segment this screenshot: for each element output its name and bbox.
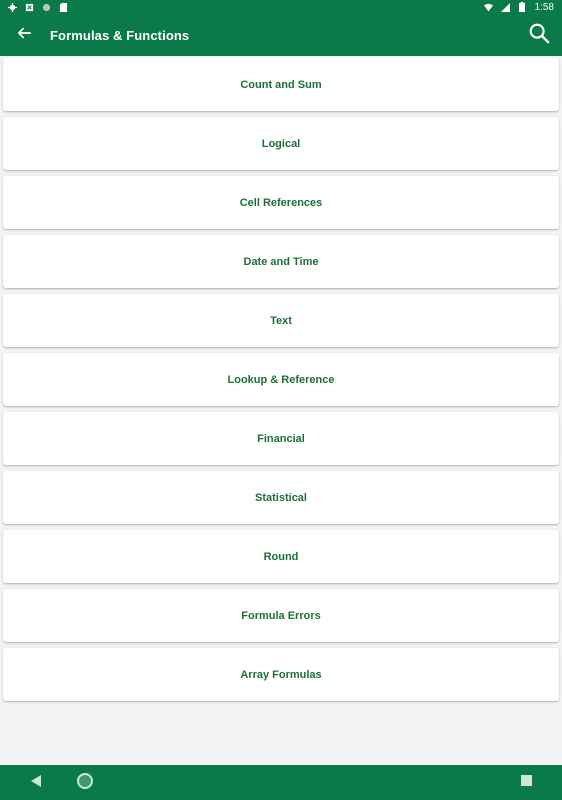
category-list: Count and Sum Logical Cell References Da…: [3, 58, 559, 707]
category-label: Count and Sum: [240, 78, 322, 91]
nav-back-button[interactable]: [26, 773, 46, 793]
category-item-logical[interactable]: Logical: [3, 117, 559, 170]
category-label: Cell References: [239, 196, 323, 209]
category-label: Round: [263, 550, 299, 563]
arrow-left-icon: [17, 26, 31, 45]
category-item-count-and-sum[interactable]: Count and Sum: [3, 58, 559, 111]
category-item-statistical[interactable]: Statistical: [3, 471, 559, 524]
signal-icon: [500, 2, 510, 12]
category-item-round[interactable]: Round: [3, 530, 559, 583]
back-button[interactable]: [12, 23, 36, 47]
circle-icon: [42, 3, 51, 12]
battery-icon: [518, 2, 527, 12]
status-bar: 1:58: [0, 0, 562, 14]
nav-home-button[interactable]: [75, 772, 95, 795]
app-bar: Formulas & Functions: [0, 14, 562, 56]
status-icons-right: 1:58: [483, 1, 554, 13]
status-time: 1:58: [534, 1, 554, 13]
category-item-text[interactable]: Text: [3, 294, 559, 347]
circle-home-icon: [76, 772, 94, 795]
category-item-cell-references[interactable]: Cell References: [3, 176, 559, 229]
sd-card-icon: [59, 2, 68, 12]
category-label: Statistical: [255, 491, 307, 504]
category-label: Array Formulas: [240, 668, 322, 681]
gear-icon: [8, 2, 17, 12]
category-label: Financial: [257, 432, 305, 445]
triangle-back-icon: [29, 774, 43, 793]
search-button[interactable]: [526, 22, 552, 48]
category-item-financial[interactable]: Financial: [3, 412, 559, 465]
category-item-formula-errors[interactable]: Formula Errors: [3, 589, 559, 642]
category-label: Logical: [261, 137, 301, 150]
clipboard-icon: [25, 3, 34, 12]
category-item-date-and-time[interactable]: Date and Time: [3, 235, 559, 288]
wifi-icon: [483, 3, 493, 12]
search-icon: [528, 22, 550, 49]
category-label: Text: [270, 314, 292, 327]
status-icons-left: [8, 2, 68, 12]
system-nav-bar: [0, 765, 562, 800]
square-recents-icon: [520, 774, 533, 792]
category-item-lookup-reference[interactable]: Lookup & Reference: [3, 353, 559, 406]
category-label: Date and Time: [243, 255, 319, 268]
category-label: Formula Errors: [241, 609, 321, 622]
page-title: Formulas & Functions: [50, 27, 190, 43]
category-item-array-formulas[interactable]: Array Formulas: [3, 648, 559, 701]
nav-recents-button[interactable]: [516, 773, 536, 793]
category-label: Lookup & Reference: [227, 373, 335, 386]
